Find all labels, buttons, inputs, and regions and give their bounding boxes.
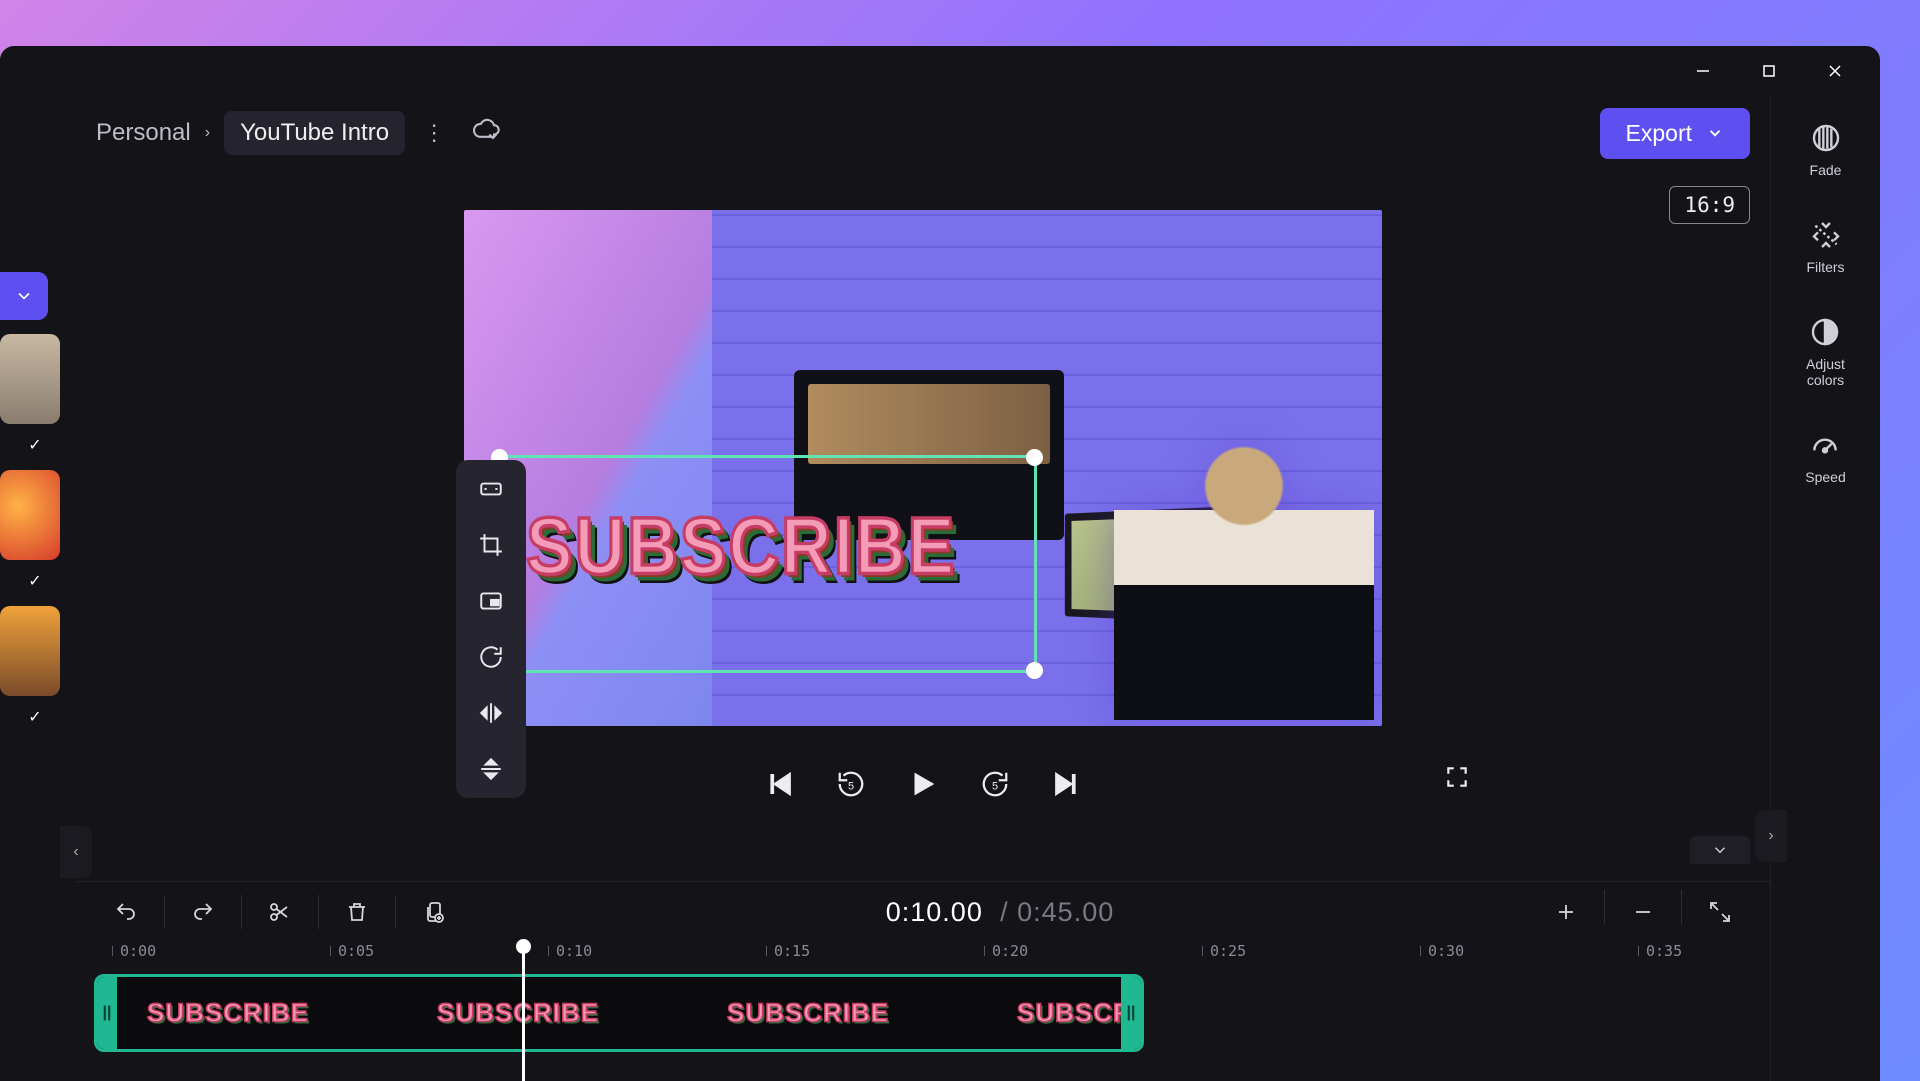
chevron-down-icon <box>1706 124 1724 142</box>
pip-button[interactable] <box>472 582 510 620</box>
aspect-ratio-button[interactable]: 16:9 <box>1669 186 1750 224</box>
clip-preview-label: SUBSCRIBE <box>147 998 309 1029</box>
titlebar <box>0 46 1880 96</box>
duplicate-button[interactable] <box>408 890 460 934</box>
resize-handle-br[interactable] <box>1026 662 1043 679</box>
media-panel-strip: ✓ ✓ ✓ ‹ <box>0 96 76 1081</box>
preview-canvas[interactable]: SUBSCRIBE <box>464 210 1382 726</box>
rotate-button[interactable] <box>472 638 510 676</box>
timeline-clip[interactable]: || SUBSCRIBE SUBSCRIBE SUBSCRIBE SUBSCRI… <box>94 974 1144 1052</box>
subscribe-sticker[interactable]: SUBSCRIBE <box>526 500 956 592</box>
panel-dropdown-toggle[interactable] <box>0 272 48 320</box>
resize-handle-tr[interactable] <box>1026 449 1043 466</box>
flip-horizontal-button[interactable] <box>472 694 510 732</box>
timecode-display: 0:10.00 / 0:45.00 <box>466 897 1534 928</box>
speed-tool[interactable]: Speed <box>1805 429 1845 486</box>
media-thumbnail[interactable] <box>0 334 60 424</box>
breadcrumb-root[interactable]: Personal <box>96 119 191 147</box>
zoom-in-button[interactable] <box>1540 890 1592 934</box>
app-window: ✓ ✓ ✓ ‹ Personal › YouTube Intro ⋮ Expor… <box>0 46 1880 1081</box>
adjust-colors-tool[interactable]: Adjust colors <box>1806 316 1845 390</box>
expand-timeline-toggle[interactable] <box>1690 836 1750 864</box>
forward-5s-button[interactable]: 5 <box>980 769 1010 804</box>
skip-start-button[interactable] <box>766 769 796 804</box>
cloud-sync-icon[interactable] <box>463 117 511 150</box>
media-thumbnail[interactable] <box>0 606 60 696</box>
center-column: Personal › YouTube Intro ⋮ Export 16:9 <box>76 96 1770 1081</box>
fullscreen-button[interactable] <box>1444 764 1470 795</box>
current-time: 0:10.00 <box>886 897 983 927</box>
maximize-button[interactable] <box>1740 46 1798 96</box>
minimize-button[interactable] <box>1674 46 1732 96</box>
split-button[interactable] <box>254 890 306 934</box>
fit-button[interactable] <box>472 470 510 508</box>
filters-icon <box>1810 219 1842 251</box>
play-button[interactable] <box>906 767 940 806</box>
media-thumbnail[interactable] <box>0 470 60 560</box>
scene-person <box>1114 420 1374 720</box>
check-icon: ✓ <box>20 702 50 732</box>
check-icon: ✓ <box>20 430 50 460</box>
ruler-tick: 0:15 <box>774 942 810 960</box>
top-toolbar: Personal › YouTube Intro ⋮ Export <box>76 96 1770 170</box>
fade-tool[interactable]: Fade <box>1810 122 1842 179</box>
playhead[interactable] <box>522 942 525 1081</box>
filters-tool[interactable]: Filters <box>1806 219 1844 276</box>
more-options-button[interactable]: ⋮ <box>413 120 455 146</box>
clip-trim-right[interactable]: || <box>1121 977 1141 1049</box>
clip-preview-label: SUBSCRIBE <box>727 998 889 1029</box>
timeline-ruler[interactable]: 0:00 0:05 0:10 0:15 0:20 0:25 0:30 0:35 <box>90 942 1770 974</box>
delete-button[interactable] <box>331 890 383 934</box>
check-icon: ✓ <box>20 566 50 596</box>
ruler-tick: 0:25 <box>1210 942 1246 960</box>
fit-timeline-button[interactable] <box>1694 890 1746 934</box>
project-title[interactable]: YouTube Intro <box>224 111 405 155</box>
timeline-toolbar: 0:10.00 / 0:45.00 <box>76 882 1770 942</box>
ruler-tick: 0:35 <box>1646 942 1682 960</box>
selection-box[interactable]: SUBSCRIBE <box>497 455 1037 673</box>
export-label: Export <box>1626 120 1692 147</box>
ruler-tick: 0:05 <box>338 942 374 960</box>
collapse-right-panel[interactable]: › <box>1755 810 1787 862</box>
chevron-right-icon: › <box>199 124 216 142</box>
clip-preview-label: SUBSCRIBE <box>437 998 599 1029</box>
total-time: 0:45.00 <box>1017 897 1114 927</box>
ruler-tick: 0:20 <box>992 942 1028 960</box>
rewind-5s-button[interactable]: 5 <box>836 769 866 804</box>
right-toolbar: Fade Filters Adjust colors Speed › <box>1770 96 1880 1081</box>
clip-trim-left[interactable]: || <box>97 977 117 1049</box>
close-button[interactable] <box>1806 46 1864 96</box>
skip-end-button[interactable] <box>1050 769 1080 804</box>
export-button[interactable]: Export <box>1600 108 1750 159</box>
fade-icon <box>1810 122 1842 154</box>
ruler-tick: 0:10 <box>556 942 592 960</box>
zoom-out-button[interactable] <box>1617 890 1669 934</box>
undo-button[interactable] <box>100 890 152 934</box>
crop-button[interactable] <box>472 526 510 564</box>
redo-button[interactable] <box>177 890 229 934</box>
ruler-tick: 0:00 <box>120 942 156 960</box>
adjust-icon <box>1809 316 1841 348</box>
ruler-tick: 0:30 <box>1428 942 1464 960</box>
speed-icon <box>1809 429 1841 461</box>
object-toolbar <box>456 460 526 798</box>
timeline-panel: 0:10.00 / 0:45.00 0:000:050:100:150:200:… <box>76 881 1770 1081</box>
playback-controls: 5 5 <box>76 756 1770 816</box>
